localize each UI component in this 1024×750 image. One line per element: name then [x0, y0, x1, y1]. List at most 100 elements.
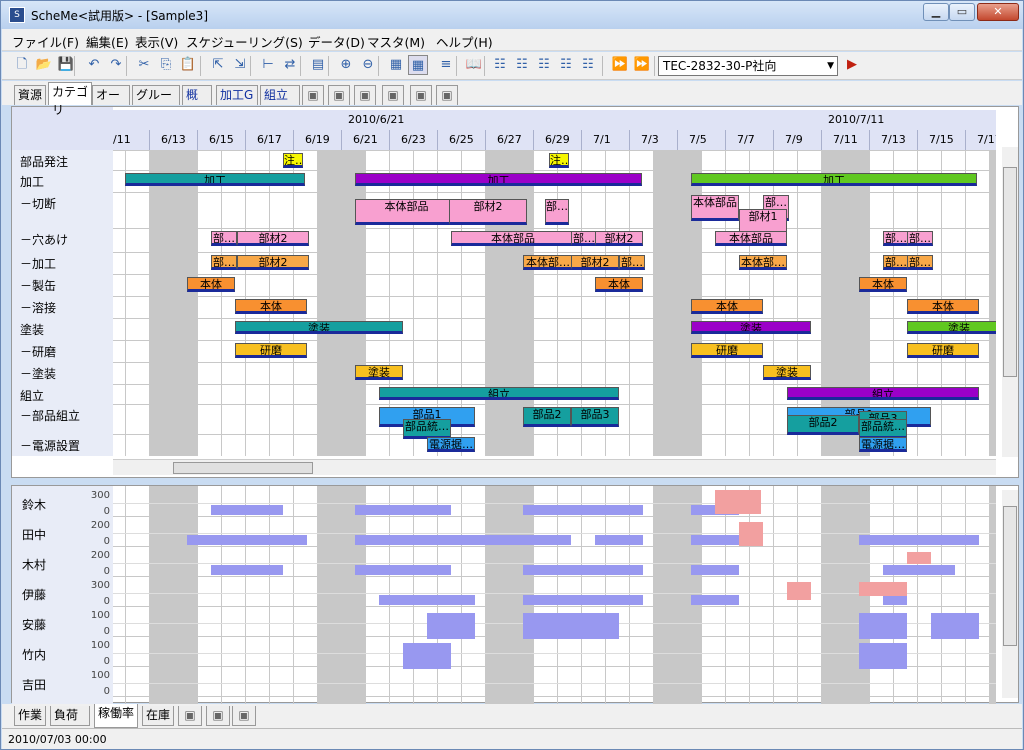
gantt-bar[interactable]: 電源据…: [859, 437, 907, 452]
filter-icon-3[interactable]: ▣: [354, 85, 376, 105]
export-icon[interactable]: ⇱: [208, 55, 228, 75]
gantt-bar[interactable]: 塗装: [691, 321, 811, 334]
gantt-bar[interactable]: 部…: [883, 231, 909, 246]
bottom-tab-2[interactable]: 稼働率: [94, 704, 138, 728]
gantt-bar[interactable]: 本体: [235, 299, 307, 314]
gantt-bar[interactable]: 塗装: [355, 365, 403, 380]
document-icon[interactable]: ▣: [206, 706, 230, 726]
undo-icon[interactable]: ↶: [84, 55, 104, 75]
gantt-view-icon[interactable]: ▦: [408, 55, 428, 75]
gantt-bar[interactable]: 電源据…: [427, 437, 475, 452]
tree-icon-5[interactable]: ☷: [556, 55, 576, 75]
gantt-bar[interactable]: 本体部品: [691, 195, 739, 221]
bottom-tab-1[interactable]: 負荷量: [50, 706, 90, 741]
gantt-bar[interactable]: 本体部…: [523, 255, 573, 270]
horizontal-scrollbar[interactable]: [113, 459, 996, 475]
book-icon[interactable]: 📖: [464, 55, 484, 75]
menu-item-2[interactable]: 表示(V): [135, 32, 178, 51]
save-icon[interactable]: 💾: [56, 55, 76, 75]
link-icon[interactable]: ⇄: [280, 55, 300, 75]
filter-icon-1[interactable]: ▣: [302, 85, 324, 105]
gantt-bar[interactable]: 塗装: [907, 321, 996, 334]
gantt-bar[interactable]: 本体: [187, 277, 235, 292]
print-icon[interactable]: ▣: [436, 85, 458, 105]
tree-icon-6[interactable]: ☷: [578, 55, 598, 75]
gantt-bar[interactable]: 注…: [549, 153, 569, 168]
gantt-bar[interactable]: 塗装: [763, 365, 811, 380]
vertical-scroll-thumb[interactable]: [1003, 167, 1017, 377]
gantt-bar[interactable]: 部…: [211, 255, 237, 270]
tree-icon-4[interactable]: ☷: [534, 55, 554, 75]
filter-icon-4[interactable]: ▣: [382, 85, 404, 105]
menu-item-6[interactable]: ヘルプ(H): [436, 32, 493, 51]
gantt-bar[interactable]: 本体部品: [355, 199, 458, 225]
gantt-bar[interactable]: 部材2: [237, 231, 309, 246]
gantt-bar[interactable]: 研磨: [907, 343, 979, 358]
close-button[interactable]: ✕: [977, 3, 1019, 21]
gantt-bar[interactable]: 組立: [787, 387, 979, 400]
gantt-bar[interactable]: 部材2: [449, 199, 527, 225]
vertical-scrollbar[interactable]: [1002, 147, 1018, 457]
tree-icon-2[interactable]: ☷: [490, 55, 510, 75]
tree-icon-3[interactable]: ☷: [512, 55, 532, 75]
menu-item-3[interactable]: スケジューリング(S): [186, 32, 303, 51]
gantt-bar[interactable]: 注…: [283, 153, 303, 168]
gantt-bar[interactable]: 加工: [125, 173, 305, 186]
zoom-in-icon[interactable]: ⊕: [336, 55, 356, 75]
load-scroll-thumb[interactable]: [1003, 506, 1017, 646]
gantt-bar[interactable]: 本体: [691, 299, 763, 314]
tab-0[interactable]: 資源: [14, 85, 46, 105]
gantt-bar[interactable]: 部品3: [571, 407, 619, 427]
grid-view-icon[interactable]: ▦: [386, 55, 406, 75]
redo-icon[interactable]: ↷: [106, 55, 126, 75]
menu-item-1[interactable]: 編集(E): [86, 32, 129, 51]
open-folder-icon[interactable]: 📂: [34, 55, 54, 75]
gantt-bar[interactable]: 本体部品: [715, 231, 787, 246]
paste-icon[interactable]: 📋: [178, 55, 198, 75]
gantt-bar[interactable]: 研磨: [691, 343, 763, 358]
new-file-icon[interactable]: 🗋: [12, 55, 32, 75]
gantt-bar[interactable]: 加工: [355, 173, 642, 186]
gantt-bar[interactable]: 加工: [691, 173, 977, 186]
gantt-bar[interactable]: 本体部品: [451, 231, 575, 246]
copy-icon[interactable]: ⎘: [156, 55, 176, 75]
gantt-bar[interactable]: 部…: [619, 255, 645, 270]
gantt-bar[interactable]: 本体: [907, 299, 979, 314]
gantt-bar[interactable]: 部…: [907, 255, 933, 270]
gantt-bar[interactable]: 本体: [859, 277, 907, 292]
tab-5[interactable]: 加工G: [216, 85, 258, 105]
gantt-bar[interactable]: 部…: [211, 231, 237, 246]
play-icon[interactable]: ▶: [842, 55, 862, 75]
gantt-icon[interactable]: ▤: [308, 55, 328, 75]
gantt-bar[interactable]: 部…: [883, 255, 909, 270]
run-icon[interactable]: ⏩: [610, 55, 630, 75]
menu-item-0[interactable]: ファイル(F): [12, 32, 79, 51]
gantt-bar[interactable]: 部品2: [523, 407, 571, 427]
gantt-bar[interactable]: 部品2: [787, 415, 859, 435]
split-icon[interactable]: ≡: [436, 55, 456, 75]
gantt-bar[interactable]: 部材2: [237, 255, 309, 270]
tree-icon[interactable]: ⊢: [258, 55, 278, 75]
order-select[interactable]: TEC-2832-30-P社向 ▼: [658, 56, 838, 76]
minimize-button[interactable]: ▁: [923, 3, 949, 21]
zoom-out-icon[interactable]: ⊖: [358, 55, 378, 75]
gantt-bar[interactable]: 部…: [907, 231, 933, 246]
gantt-bar[interactable]: 本体: [595, 277, 643, 292]
cut-icon[interactable]: ✂: [134, 55, 154, 75]
gantt-bar[interactable]: 部品統…: [859, 419, 907, 439]
title-bar[interactable]: S ScheMe<試用版> - [Sample3] ▁ ▭ ✕: [1, 1, 1023, 29]
tab-1[interactable]: カテゴリ: [48, 82, 92, 117]
gantt-bar[interactable]: 部品統…: [403, 419, 451, 439]
print-icon[interactable]: ▣: [232, 706, 256, 726]
menu-item-4[interactable]: データ(D): [308, 32, 365, 51]
tab-3[interactable]: グループ: [132, 85, 180, 120]
horizontal-scroll-thumb[interactable]: [173, 462, 313, 474]
filter-icon-2[interactable]: ▣: [328, 85, 350, 105]
import-icon[interactable]: ⇲: [230, 55, 250, 75]
menu-item-5[interactable]: マスタ(M): [367, 32, 425, 51]
gantt-bar[interactable]: 研磨: [235, 343, 307, 358]
filter-add-icon[interactable]: ▣: [178, 706, 202, 726]
document-icon[interactable]: ▣: [410, 85, 432, 105]
tab-4[interactable]: 概要: [182, 85, 212, 120]
gantt-bar[interactable]: 部…: [545, 199, 569, 225]
